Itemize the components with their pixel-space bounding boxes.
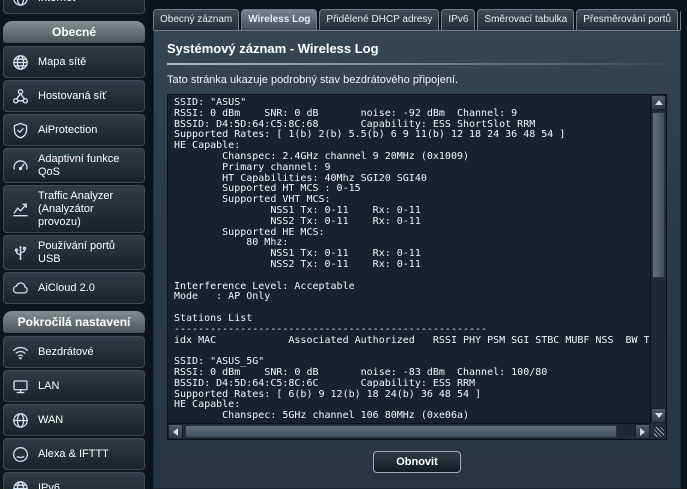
wifi-icon — [9, 341, 31, 363]
sidebar-item-guest-network[interactable]: Hostovaná síť — [3, 80, 145, 112]
button-row: Obnovit — [167, 440, 667, 473]
vertical-scroll-track[interactable] — [651, 110, 666, 408]
network-map-icon — [9, 51, 31, 73]
internet-globe-icon — [9, 0, 31, 9]
wan-globe-icon — [9, 409, 31, 431]
tab-connections[interactable]: Připojení — [680, 9, 681, 30]
sidebar-item-label: Adaptivní funkce QoS — [38, 153, 139, 178]
sidebar-section-advanced: Pokročilá nastavení — [3, 311, 145, 333]
usb-icon — [9, 242, 31, 264]
sidebar-item-label: Bezdrátové — [38, 346, 94, 359]
sidebar-item-label: Hostovaná síť — [38, 90, 106, 103]
title-divider — [167, 63, 667, 65]
main-content: Obecný záznam Wireless Log Přidělené DHC… — [148, 0, 687, 489]
horizontal-scroll-track[interactable] — [183, 424, 635, 439]
sidebar-item-qos[interactable]: Adaptivní funkce QoS — [3, 148, 145, 183]
page-title: Systémový záznam - Wireless Log — [167, 41, 667, 56]
lan-monitor-icon — [9, 375, 31, 397]
sidebar-item-label: AiCloud 2.0 — [38, 282, 95, 295]
traffic-analyzer-icon — [9, 198, 31, 220]
up-arrow-icon — [655, 100, 663, 105]
tab-ipv6[interactable]: IPv6 — [441, 9, 475, 30]
sidebar-item-network-map[interactable]: Mapa sítě — [3, 46, 145, 78]
horizontal-scrollbar[interactable] — [168, 423, 650, 439]
page-description: Tato stránka ukazuje podrobný stav bezdr… — [167, 74, 667, 86]
left-arrow-icon — [173, 428, 178, 436]
horizontal-scroll-thumb[interactable] — [185, 425, 617, 438]
scroll-right-button[interactable] — [635, 424, 650, 439]
sidebar-item-lan[interactable]: LAN — [3, 370, 145, 402]
sidebar-item-label: IPv6 — [38, 482, 60, 489]
tab-bar: Obecný záznam Wireless Log Přidělené DHC… — [153, 6, 681, 30]
sidebar-item-usb[interactable]: Používání portů USB — [3, 235, 145, 270]
tab-routing-table[interactable]: Směrovací tabulka — [477, 9, 574, 30]
sidebar-item-internet[interactable]: Internet — [3, 0, 145, 14]
vertical-scroll-thumb[interactable] — [652, 112, 665, 278]
sidebar-item-label: Internet — [38, 0, 75, 4]
sidebar-item-traffic-analyzer[interactable]: Traffic Analyzer (Analyzátor provozu) — [3, 185, 145, 233]
tab-wireless-log[interactable]: Wireless Log — [241, 9, 317, 30]
scroll-down-button[interactable] — [651, 408, 666, 423]
scroll-left-button[interactable] — [168, 424, 183, 439]
ipv6-globe-icon — [9, 477, 31, 489]
shield-icon — [9, 119, 31, 141]
sidebar-item-label: AiProtection — [38, 124, 97, 137]
sidebar-item-label: Mapa sítě — [38, 56, 86, 69]
sidebar-item-wan[interactable]: WAN — [3, 404, 145, 436]
down-arrow-icon — [655, 413, 663, 418]
guest-network-icon — [9, 85, 31, 107]
sidebar-section-general: Obecné — [3, 21, 145, 43]
sidebar: Internet Obecné Mapa sítě Hostovaná síť … — [0, 0, 148, 489]
tab-dhcp-leases[interactable]: Přidělené DHCP adresy — [319, 9, 439, 30]
alexa-icon — [9, 443, 31, 465]
refresh-button[interactable]: Obnovit — [373, 451, 461, 473]
scroll-up-button[interactable] — [651, 95, 666, 110]
sidebar-item-label: WAN — [38, 414, 63, 427]
tab-general-log[interactable]: Obecný záznam — [153, 9, 239, 30]
sidebar-item-alexa-ifttt[interactable]: Alexa & IFTTT — [3, 438, 145, 470]
sidebar-item-aiprotection[interactable]: AiProtection — [3, 114, 145, 146]
sidebar-item-aicloud[interactable]: AiCloud 2.0 — [3, 272, 145, 304]
router-admin-screen: Internet Obecné Mapa sítě Hostovaná síť … — [0, 0, 687, 489]
sidebar-item-label: Používání portů USB — [38, 240, 139, 265]
sidebar-item-ipv6[interactable]: IPv6 — [3, 472, 145, 489]
wireless-log-panel: Systémový záznam - Wireless Log Tato str… — [153, 30, 681, 489]
log-text: SSID: "ASUS" RSSI: 0 dBm SNR: 0 dB noise… — [169, 96, 649, 422]
sidebar-item-label: Alexa & IFTTT — [38, 448, 109, 461]
vertical-scrollbar[interactable] — [650, 95, 666, 423]
resize-grip[interactable] — [650, 423, 666, 439]
cloud-icon — [9, 277, 31, 299]
tab-port-forwarding[interactable]: Přesměrování portů — [576, 9, 678, 30]
wireless-log-textarea[interactable]: SSID: "ASUS" RSSI: 0 dBm SNR: 0 dB noise… — [167, 94, 667, 440]
sidebar-item-wireless[interactable]: Bezdrátové — [3, 336, 145, 368]
sidebar-item-label: Traffic Analyzer (Analyzátor provozu) — [38, 190, 139, 228]
right-arrow-icon — [640, 428, 645, 436]
qos-gauge-icon — [9, 155, 31, 177]
sidebar-item-label: LAN — [38, 380, 59, 393]
